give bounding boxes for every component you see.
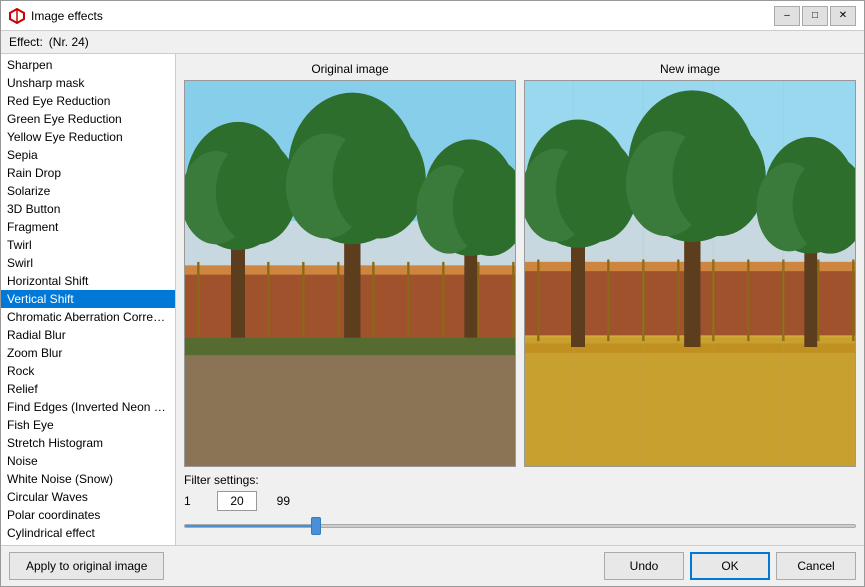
- sidebar-item-chromatic-aberration[interactable]: Chromatic Aberration Correction: [1, 308, 175, 326]
- apply-button[interactable]: Apply to original image: [9, 552, 164, 580]
- sidebar-item-rock[interactable]: Rock: [1, 362, 175, 380]
- effect-value: (Nr. 24): [49, 35, 89, 49]
- sidebar-item-relief[interactable]: Relief: [1, 380, 175, 398]
- sidebar-item-polar-coordinates[interactable]: Polar coordinates: [1, 506, 175, 524]
- window-controls: – □ ✕: [774, 6, 856, 26]
- slider-fill: [185, 525, 316, 527]
- sidebar-item-sharpen[interactable]: Sharpen: [1, 56, 175, 74]
- sidebar-item-vertical-shift[interactable]: Vertical Shift: [1, 290, 175, 308]
- sidebar-item-fish-eye[interactable]: Fish Eye: [1, 416, 175, 434]
- sidebar-item-zoom-blur[interactable]: Zoom Blur: [1, 344, 175, 362]
- sidebar-item-red-eye-reduction[interactable]: Red Eye Reduction: [1, 92, 175, 110]
- sidebar-item-find-edges[interactable]: Find Edges (Inverted Neon edge): [1, 398, 175, 416]
- sidebar-item-rain-drop[interactable]: Rain Drop: [1, 164, 175, 182]
- slider-container: [184, 515, 856, 537]
- sidebar-item-swirl[interactable]: Swirl: [1, 254, 175, 272]
- sidebar-item-twirl[interactable]: Twirl: [1, 236, 175, 254]
- slider-track[interactable]: [184, 515, 856, 537]
- original-image-box: [184, 80, 516, 467]
- main-content: BlurGaussian BlurFast Gaussian BlurBlur …: [1, 54, 864, 545]
- images-row: Original image: [184, 62, 856, 467]
- close-button[interactable]: ✕: [830, 6, 856, 26]
- original-image-section: Original image: [184, 62, 516, 467]
- maximize-button[interactable]: □: [802, 6, 828, 26]
- sidebar-item-circular-waves[interactable]: Circular Waves: [1, 488, 175, 506]
- sidebar-scroll[interactable]: BlurGaussian BlurFast Gaussian BlurBlur …: [1, 54, 175, 545]
- sidebar-item-solarize[interactable]: Solarize: [1, 182, 175, 200]
- sidebar-item-radial-blur[interactable]: Radial Blur: [1, 326, 175, 344]
- slider-max-value: 99: [265, 494, 290, 508]
- ok-button[interactable]: OK: [690, 552, 770, 580]
- original-image-svg: [185, 81, 515, 466]
- sidebar-item-cylindrical-effect[interactable]: Cylindrical effect: [1, 524, 175, 542]
- sidebar-item-white-noise[interactable]: White Noise (Snow): [1, 470, 175, 488]
- sidebar-item-3d-button[interactable]: 3D Button: [1, 200, 175, 218]
- sidebar-item-fragment[interactable]: Fragment: [1, 218, 175, 236]
- undo-button[interactable]: Undo: [604, 552, 684, 580]
- effect-bar: Effect: (Nr. 24): [1, 31, 864, 54]
- new-image-label: New image: [660, 62, 720, 76]
- sidebar-item-stretch-histogram[interactable]: Stretch Histogram: [1, 434, 175, 452]
- new-image-box: [524, 80, 856, 467]
- filter-settings-label: Filter settings:: [184, 473, 856, 487]
- filter-settings: Filter settings: 1 99: [184, 473, 856, 537]
- sidebar-item-sepia[interactable]: Sepia: [1, 146, 175, 164]
- main-window: Image effects – □ ✕ Effect: (Nr. 24) Blu…: [0, 0, 865, 587]
- bottom-bar: Apply to original image Undo OK Cancel: [1, 545, 864, 586]
- right-panel: Original image: [176, 54, 864, 545]
- sidebar-item-horizontal-shift[interactable]: Horizontal Shift: [1, 272, 175, 290]
- slider-value-input[interactable]: [217, 491, 257, 511]
- new-image-section: New image: [524, 62, 856, 467]
- original-image-label: Original image: [311, 62, 388, 76]
- sidebar-item-green-eye-reduction[interactable]: Green Eye Reduction: [1, 110, 175, 128]
- slider-background: [184, 524, 856, 528]
- app-icon: [9, 8, 25, 24]
- slider-min-value: 1: [184, 494, 209, 508]
- slider-thumb[interactable]: [311, 517, 321, 535]
- title-bar: Image effects – □ ✕: [1, 1, 864, 31]
- effect-label: Effect:: [9, 35, 43, 49]
- sidebar-item-unsharp-mask[interactable]: Unsharp mask: [1, 74, 175, 92]
- sidebar-item-yellow-eye-reduction[interactable]: Yellow Eye Reduction: [1, 128, 175, 146]
- sidebar: BlurGaussian BlurFast Gaussian BlurBlur …: [1, 54, 176, 545]
- minimize-button[interactable]: –: [774, 6, 800, 26]
- new-image-svg: [525, 81, 855, 466]
- slider-row: 1 99: [184, 491, 856, 511]
- cancel-button[interactable]: Cancel: [776, 552, 856, 580]
- sidebar-item-noise[interactable]: Noise: [1, 452, 175, 470]
- window-title: Image effects: [31, 9, 774, 23]
